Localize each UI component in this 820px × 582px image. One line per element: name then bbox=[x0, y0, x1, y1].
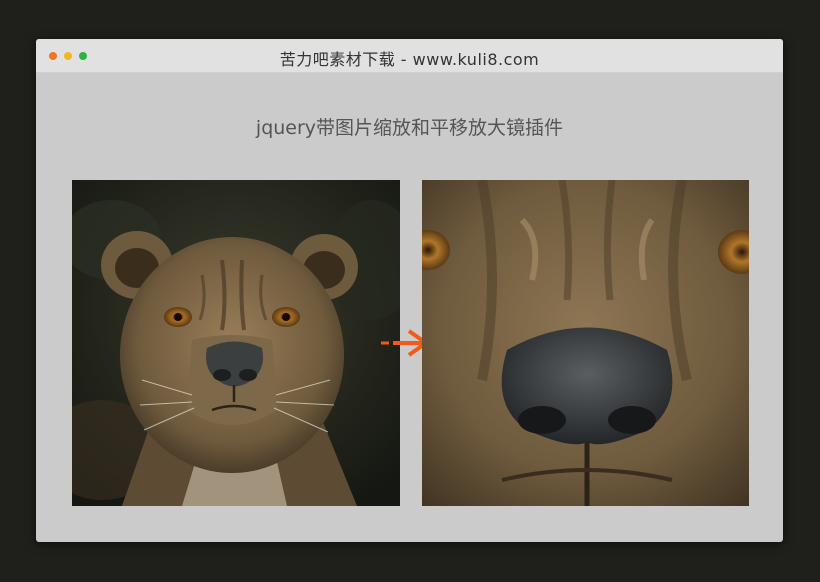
browser-window: 苦力吧素材下载 - www.kuli8.com jquery带图片缩放和平移放大… bbox=[36, 39, 783, 542]
source-image[interactable] bbox=[72, 180, 400, 506]
window-title: 苦力吧素材下载 - www.kuli8.com bbox=[279, 50, 540, 69]
title-bar: 苦力吧素材下载 - www.kuli8.com bbox=[36, 39, 783, 73]
zoom-image bbox=[422, 180, 749, 506]
lioness-face-magnified bbox=[422, 180, 749, 506]
lioness-portrait bbox=[72, 180, 400, 506]
page-heading: jquery带图片缩放和平移放大镜插件 bbox=[255, 117, 564, 139]
